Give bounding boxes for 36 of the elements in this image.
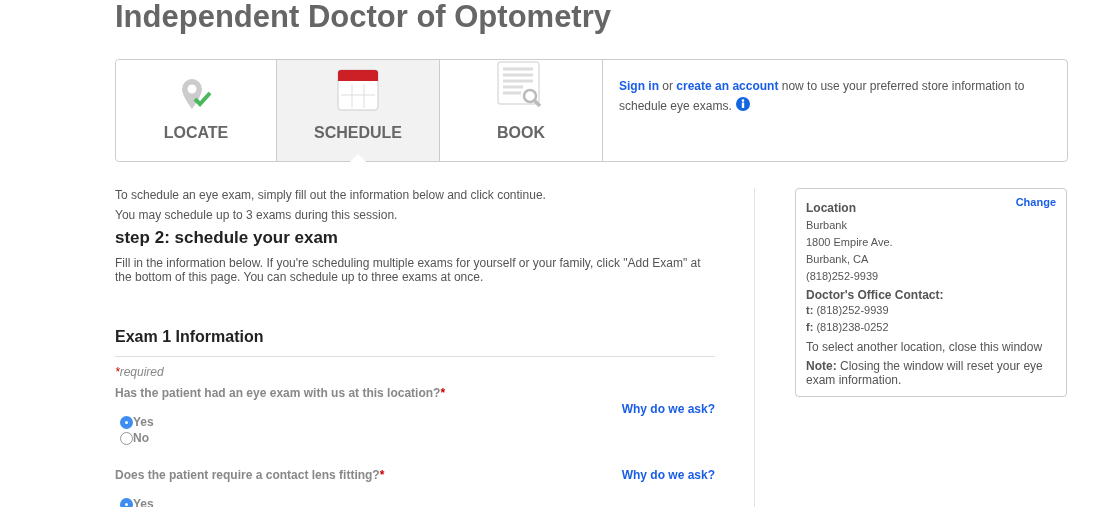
contact-line: f: (818)238-0252: [806, 320, 890, 335]
help-link[interactable]: Why do we ask?: [621, 465, 715, 484]
note-text: Note: Closing the window will reset your eye exam information.: [806, 359, 1044, 387]
card-heading: Location: [806, 200, 856, 217]
note-text: To select another location, close this window: [806, 339, 1044, 356]
card-heading: Doctor's Office Contact:: [806, 288, 945, 302]
change-link[interactable]: Change: [1015, 194, 1056, 217]
page-title: Independent Doctor of Optometry: [115, 0, 611, 33]
address-line: Burbank: [806, 218, 848, 233]
intro-text: You may schedule up to 3 exams during this session.: [115, 208, 399, 222]
radio-button[interactable]: [120, 431, 133, 445]
question-label: Does the patient require a contact lens fitting?*: [115, 466, 385, 484]
sign-in-message: Sign in or create an account now to use your preferred store information to schedule eye exams.: [619, 76, 1051, 116]
section-heading: Exam 1 Information: [115, 327, 265, 347]
calendar-icon: [337, 69, 379, 111]
map-pin-check-icon: [179, 77, 213, 111]
option-label: Yes: [133, 495, 154, 507]
address-line: Burbank, CA: [806, 252, 870, 267]
option-label: No: [133, 429, 149, 446]
step-heading: step 2: schedule your exam: [115, 228, 339, 249]
contact-line: t: (818)252-9939: [806, 303, 890, 318]
radio-button[interactable]: [120, 415, 133, 429]
step-tab[interactable]: LOCATE: [116, 60, 277, 161]
address-line: (818)252-9939: [806, 269, 880, 284]
required-note: *required: [115, 363, 165, 381]
instructions-text: Fill in the information below. If you're scheduling multiple exams for yourself or your family, click "Add Exam" at the bottom of this page. You can schedule up to three exams at once.: [115, 256, 702, 285]
address-line: 1800 Empire Ave.: [806, 235, 894, 250]
selection-pointer: [350, 154, 366, 162]
radio-button[interactable]: [120, 497, 133, 507]
link[interactable]: create an account: [676, 79, 779, 93]
option-label: Yes: [133, 413, 154, 430]
intro-text: To schedule an eye exam, simply fill out the information below and click continue.: [115, 188, 547, 202]
help-link[interactable]: Why do we ask?: [621, 399, 715, 418]
question-label: Has the patient had an eye exam with us at this location?*: [115, 384, 446, 402]
link[interactable]: Sign in: [619, 79, 659, 93]
step-tab[interactable]: SCHEDULE: [277, 60, 440, 161]
